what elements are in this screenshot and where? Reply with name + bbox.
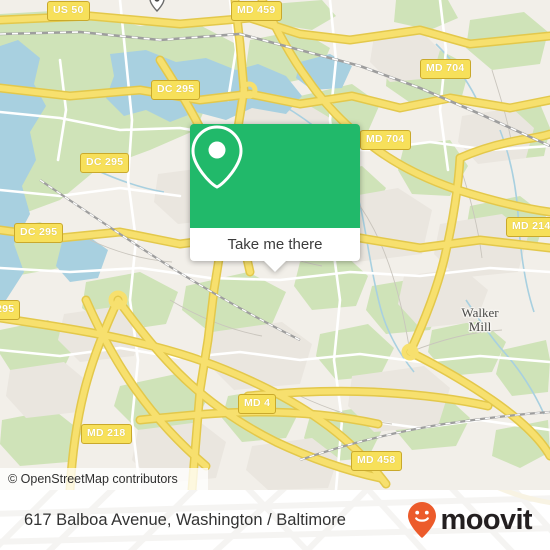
highway-shield[interactable]: MD 458 — [351, 451, 402, 471]
screenshot-root: US 50 MD 459 MD 704 DC 295 MD 704 DC 295… — [0, 0, 550, 550]
highway-shield[interactable]: DC 295 — [14, 223, 64, 243]
map-attribution[interactable]: © OpenStreetMap contributors — [0, 468, 208, 490]
footer-bar: 617 Balboa Avenue, Washington / Baltimor… — [0, 490, 550, 550]
moovit-logo[interactable]: moovit — [407, 490, 533, 550]
highway-shield[interactable]: MD 218 — [81, 424, 132, 444]
moovit-pin-smile-icon — [407, 502, 436, 538]
destination-card-image — [190, 124, 360, 228]
place-label-line-1: Walker — [461, 305, 499, 320]
destination-card[interactable]: Take me there — [190, 124, 360, 272]
location-title-text: 617 Balboa Avenue, Washington / Baltimor… — [24, 510, 346, 529]
highway-shield[interactable]: DC 295 — [151, 80, 201, 100]
moovit-wordmark: moovit — [440, 503, 533, 536]
take-me-there-label: Take me there — [227, 236, 323, 253]
map-canvas[interactable]: US 50 MD 459 MD 704 DC 295 MD 704 DC 295… — [0, 0, 550, 490]
highway-shield[interactable]: MD 704 — [420, 59, 471, 79]
map-attribution-text: © OpenStreetMap contributors — [8, 472, 178, 486]
highway-shield[interactable]: 295 — [0, 300, 21, 320]
secondary-map-marker-icon — [149, 0, 165, 12]
place-label-walker-mill: Walker Mill — [445, 306, 515, 334]
destination-card-tail — [264, 261, 286, 272]
highway-shield[interactable]: MD 459 — [231, 1, 282, 21]
map-pin-icon — [191, 125, 243, 189]
highway-shield[interactable]: US 50 — [47, 1, 90, 21]
highway-shield[interactable]: MD 704 — [360, 130, 411, 150]
take-me-there-button[interactable]: Take me there — [190, 228, 360, 261]
place-label-line-2: Mill — [468, 319, 492, 334]
highway-shield[interactable]: DC 295 — [80, 153, 130, 173]
highway-shield[interactable]: MD 214 — [506, 217, 550, 237]
highway-shield[interactable]: MD 4 — [238, 394, 277, 414]
location-title: 617 Balboa Avenue, Washington / Baltimor… — [24, 490, 346, 550]
